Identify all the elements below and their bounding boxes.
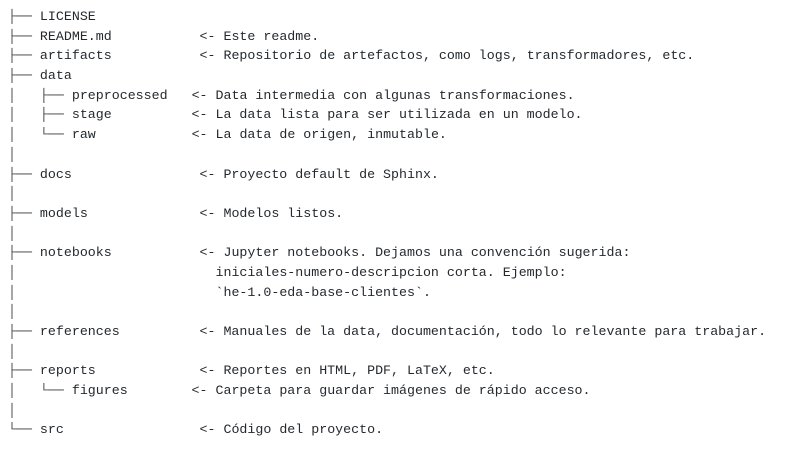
- entry-comment: <- Repositorio de artefactos, como logs,…: [199, 48, 695, 64]
- tree-branch: ├──: [8, 205, 40, 221]
- tree-branch: │ ├──: [8, 87, 72, 103]
- tree-line: │ ├── stage <- La data lista para ser ut…: [8, 105, 766, 125]
- entry-comment: <- Modelos listos.: [199, 205, 344, 221]
- tree-branch: │: [8, 186, 16, 202]
- tree-line: │ ├── preprocessed <- Data intermedia co…: [8, 86, 766, 106]
- tree-line: └── src <- Código del proyecto.: [8, 420, 766, 440]
- tree-entry-name: references: [39, 324, 120, 339]
- tree-entry-name: notebooks: [39, 245, 112, 261]
- entry-comment: <- La data lista para ser utilizada en u…: [191, 107, 583, 123]
- entry-comment: <- Jupyter notebooks. Dejamos una conven…: [199, 245, 631, 261]
- entry-comment: iniciales-numero-descripcion corta. Ejem…: [215, 264, 567, 280]
- entry-comment: <- Este readme.: [199, 28, 320, 44]
- tree-line: │ iniciales-numero-descripcion corta. Ej…: [8, 263, 766, 283]
- entry-comment: <- Código del proyecto.: [199, 422, 384, 438]
- tree-entry-name: LICENSE: [39, 9, 96, 24]
- tree-branch: ├──: [8, 28, 40, 44]
- tree-entry-name: reports: [39, 363, 96, 379]
- tree-entry-name: data: [39, 68, 72, 84]
- tree-entry-name: README.md: [39, 28, 112, 44]
- tree-entry-name: src: [39, 422, 64, 438]
- tree-entry-name: artifacts: [39, 48, 112, 64]
- tree-line: ├── references <- Manuales de la data, d…: [8, 322, 766, 342]
- tree-branch: ├──: [8, 245, 40, 261]
- tree-entry-name: stage: [71, 107, 112, 123]
- tree-branch: │ ├──: [8, 107, 72, 123]
- tree-branch: │: [8, 343, 16, 359]
- entry-comment: <- Carpeta para guardar imágenes de rápi…: [191, 383, 591, 399]
- tree-branch: ├──: [8, 68, 40, 84]
- entry-comment: <- Manuales de la data, documentación, t…: [199, 324, 767, 339]
- tree-entry-name: docs: [39, 166, 72, 182]
- tree-line: ├── data: [8, 66, 766, 86]
- tree-branch: │ └──: [8, 127, 72, 143]
- tree-line: │: [8, 224, 766, 244]
- tree-line: │: [8, 342, 766, 362]
- tree-branch: │: [8, 304, 16, 320]
- tree-branch: └──: [8, 422, 40, 438]
- tree-line: │: [8, 184, 766, 204]
- tree-line: │ └── raw <- La data de origen, inmutabl…: [8, 125, 766, 145]
- directory-tree-code-block: ├── LICENSE ├── README.md <- Este readme.…: [8, 7, 766, 440]
- tree-branch: │ └──: [8, 383, 72, 399]
- tree-line: ├── notebooks <- Jupyter notebooks. Deja…: [8, 243, 766, 263]
- tree-branch: ├──: [8, 9, 40, 24]
- tree-entry-name: raw: [71, 127, 96, 143]
- tree-entry-name: models: [39, 205, 88, 221]
- tree-line: ├── LICENSE: [8, 7, 766, 27]
- tree-branch: ├──: [8, 324, 40, 339]
- tree-branch: │: [8, 402, 16, 418]
- entry-comment: <- Reportes en HTML, PDF, LaTeX, etc.: [199, 363, 495, 379]
- entry-comment: <- Data intermedia con algunas transform…: [191, 87, 575, 103]
- tree-branch: │: [8, 284, 16, 300]
- tree-line: │: [8, 302, 766, 322]
- tree-line: │: [8, 145, 766, 165]
- tree-entry-name: preprocessed: [71, 87, 168, 103]
- tree-line: ├── models <- Modelos listos.: [8, 204, 766, 224]
- entry-comment: <- La data de origen, inmutable.: [191, 127, 447, 143]
- tree-branch: ├──: [8, 166, 40, 182]
- entry-comment: <- Proyecto default de Sphinx.: [199, 166, 439, 182]
- tree-line: ├── docs <- Proyecto default de Sphinx.: [8, 165, 766, 185]
- tree-entry-name: figures: [71, 383, 128, 399]
- tree-line: │ └── figures <- Carpeta para guardar im…: [8, 381, 766, 401]
- tree-line: ├── reports <- Reportes en HTML, PDF, La…: [8, 361, 766, 381]
- tree-line: │: [8, 401, 766, 421]
- tree-branch: │: [8, 264, 16, 280]
- tree-branch: │: [8, 225, 16, 241]
- tree-line: │ `he-1.0-eda-base-clientes`.: [8, 283, 766, 303]
- tree-branch: ├──: [8, 48, 40, 64]
- tree-branch: ├──: [8, 363, 40, 379]
- tree-branch: │: [8, 146, 16, 162]
- tree-line: ├── README.md <- Este readme.: [8, 27, 766, 47]
- tree-line: ├── artifacts <- Repositorio de artefact…: [8, 46, 766, 66]
- entry-comment: `he-1.0-eda-base-clientes`.: [215, 284, 431, 300]
